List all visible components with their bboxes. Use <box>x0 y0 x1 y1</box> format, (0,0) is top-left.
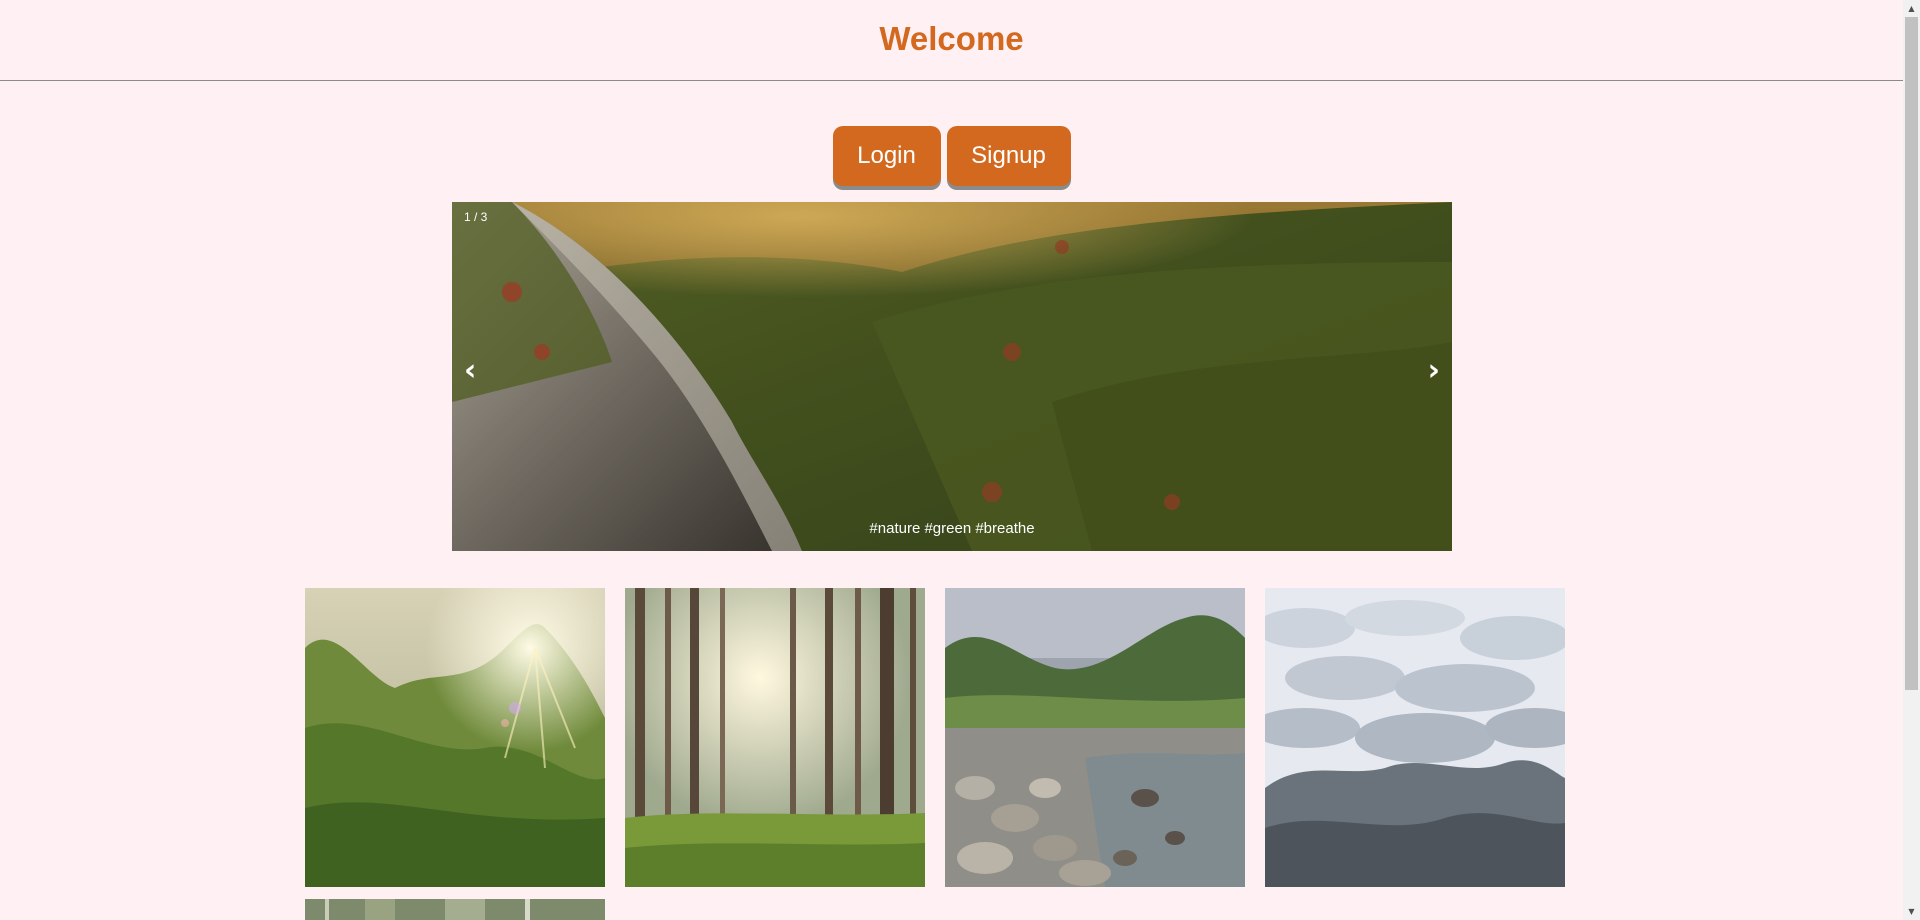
gallery-item-misty-hills[interactable] <box>1265 588 1565 887</box>
signup-button[interactable]: Signup <box>946 126 1071 186</box>
login-button[interactable]: Login <box>832 126 941 186</box>
misty-hills-image <box>1265 588 1565 887</box>
scroll-thumb[interactable] <box>1905 17 1918 690</box>
scroll-up-arrow-icon[interactable]: ▲ <box>1903 0 1920 17</box>
forest-partial-image <box>305 899 605 920</box>
header: Welcome <box>0 0 1903 81</box>
page: Welcome Login Signup 1 / 3 ‹ › #nature #… <box>0 0 1920 920</box>
scroll-down-arrow-icon[interactable]: ▼ <box>1903 903 1920 920</box>
rocky-river-image <box>945 588 1245 887</box>
gallery-item-rocky-river[interactable] <box>945 588 1245 887</box>
gallery-item-forest-partial[interactable] <box>305 899 605 920</box>
forest-sunbeams-image <box>625 588 925 887</box>
page-title: Welcome <box>879 20 1024 57</box>
page-scrollbar[interactable]: ▲ ▼ <box>1903 0 1920 920</box>
slide-image-mountain-forest <box>452 202 1452 551</box>
auth-buttons: Login Signup <box>0 126 1903 188</box>
slide-counter: 1 / 3 <box>464 210 488 224</box>
next-slide-button[interactable]: › <box>1428 356 1440 386</box>
gallery-item-forest-sunbeams[interactable] <box>625 588 925 887</box>
sunlit-mountain-image <box>305 588 605 887</box>
slide-caption: #nature #green #breathe <box>869 520 1035 537</box>
gallery-item-sunlit-mountain[interactable] <box>305 588 605 887</box>
prev-slide-button[interactable]: ‹ <box>464 356 476 386</box>
slideshow: 1 / 3 ‹ › #nature #green #breathe <box>452 202 1452 551</box>
